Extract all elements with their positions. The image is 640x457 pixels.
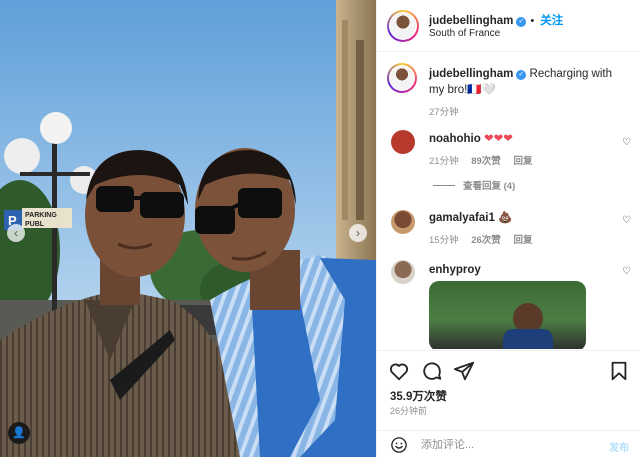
comment-time: 15分钟 (429, 235, 459, 246)
comments-list[interactable]: judebellingham ✓ Recharging with my bro!🇫… (377, 53, 640, 349)
paper-plane-icon[interactable] (453, 360, 475, 382)
caption-username[interactable]: judebellingham (429, 68, 513, 80)
reply-button[interactable]: 回复 (513, 235, 532, 246)
tagged-users-icon[interactable]: 👤 (8, 422, 30, 444)
comment-composer: 发布 (377, 430, 640, 457)
caption-avatar[interactable] (387, 63, 417, 93)
comment-item: enhyproy (429, 262, 609, 278)
post-header: judebellingham ✓ • 关注 South of France (377, 0, 640, 52)
bookmark-icon[interactable] (608, 360, 630, 382)
comment-avatar[interactable] (391, 130, 415, 154)
header-separator: • (530, 15, 535, 27)
caption-time: 27分钟 (429, 107, 459, 118)
comment-username[interactable]: noahohio (429, 133, 481, 145)
author-username[interactable]: judebellingham (429, 15, 513, 27)
comment-text: 💩 (498, 212, 513, 224)
comment-bubble-icon[interactable] (421, 360, 443, 382)
post-location[interactable]: South of France (429, 28, 500, 39)
comment-likes[interactable]: 26次赞 (471, 235, 501, 246)
post-comment-button[interactable]: 发布 (609, 439, 629, 454)
reply-button[interactable]: 回复 (513, 156, 532, 167)
comment-like-icon[interactable]: ♡ (622, 215, 631, 226)
comment-image[interactable] (429, 281, 586, 349)
comment-avatar[interactable] (391, 210, 415, 234)
post-photo[interactable]: P PARKING PUBL ‹ › 👤 (0, 0, 376, 457)
post-image: P PARKING PUBL (0, 0, 376, 457)
view-replies-button[interactable]: 查看回复 (4) (433, 178, 640, 192)
comment-text: ❤❤❤ (483, 133, 513, 145)
follow-button[interactable]: 关注 (540, 15, 563, 27)
comment-time: 21分钟 (429, 156, 459, 167)
comment-like-icon[interactable]: ♡ (622, 266, 631, 277)
comment-likes[interactable]: 89次赞 (471, 156, 501, 167)
smiley-icon[interactable] (390, 436, 408, 454)
previous-photo-button[interactable]: ‹ (7, 224, 25, 242)
parking-sign-text: PARKING (25, 212, 57, 219)
like-count[interactable]: 35.9万次赞 (390, 388, 447, 404)
heart-outline-icon[interactable] (388, 360, 410, 382)
verified-badge-icon: ✓ (516, 70, 527, 80)
comment-item: noahohio ❤❤❤ 21分钟 89次赞 回复 (429, 131, 609, 167)
author-avatar[interactable] (387, 10, 419, 42)
post-details-panel: judebellingham ✓ • 关注 South of France judeb… (376, 0, 640, 457)
post-time: 26分钟前 (390, 406, 428, 416)
post-actions: 35.9万次赞 26分钟前 (377, 350, 640, 430)
verified-badge-icon: ✓ (516, 17, 527, 27)
post-caption: judebellingham ✓ Recharging with my bro!🇫… (429, 66, 629, 118)
next-photo-button[interactable]: › (349, 224, 367, 242)
comment-like-icon[interactable]: ♡ (622, 137, 631, 148)
comment-avatar[interactable] (391, 260, 415, 284)
comment-item: gamalyafai1 💩 15分钟 26次赞 回复 (429, 210, 609, 246)
comment-username[interactable]: enhyproy (429, 264, 481, 276)
comment-input[interactable] (421, 435, 591, 455)
public-sign-text: PUBL (25, 221, 45, 228)
comment-username[interactable]: gamalyafai1 (429, 212, 495, 224)
